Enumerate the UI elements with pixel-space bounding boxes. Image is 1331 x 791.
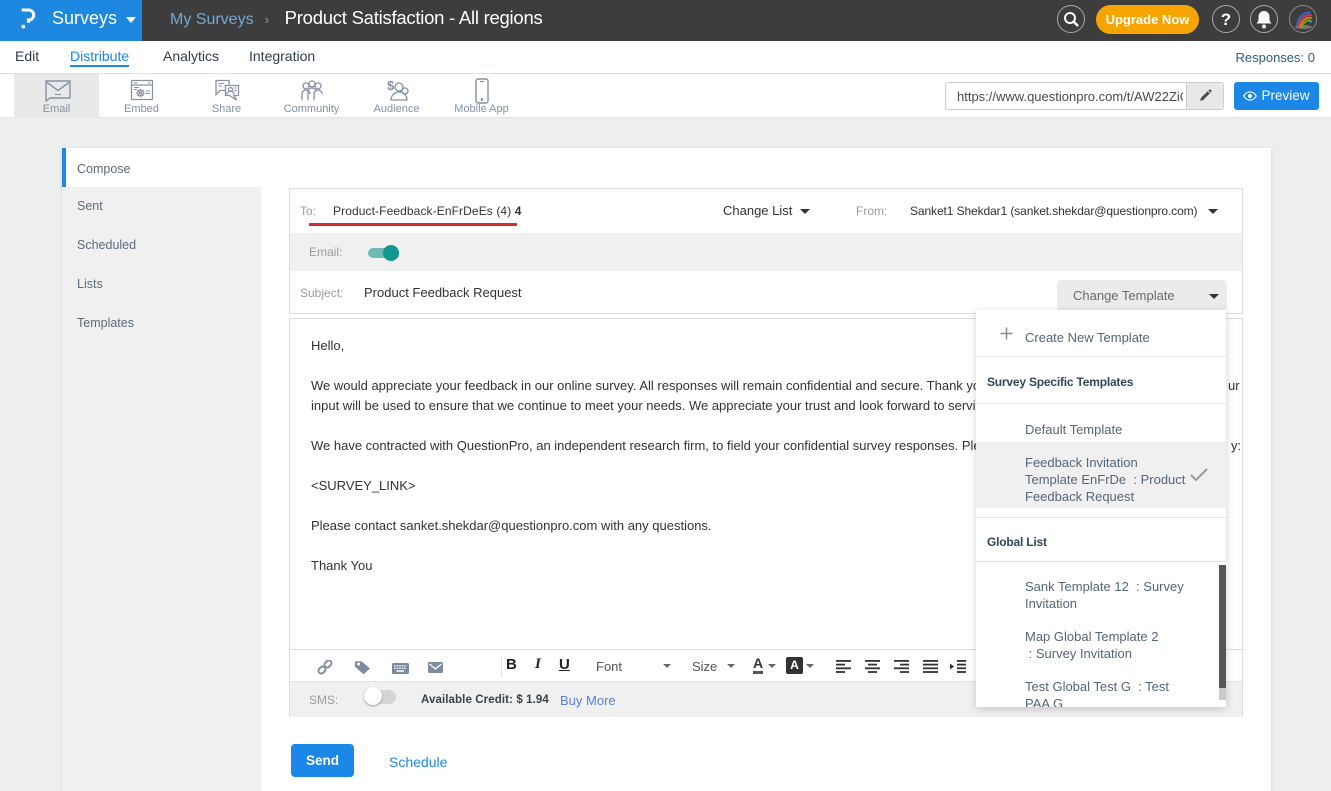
svg-text:$: $ <box>387 78 395 93</box>
